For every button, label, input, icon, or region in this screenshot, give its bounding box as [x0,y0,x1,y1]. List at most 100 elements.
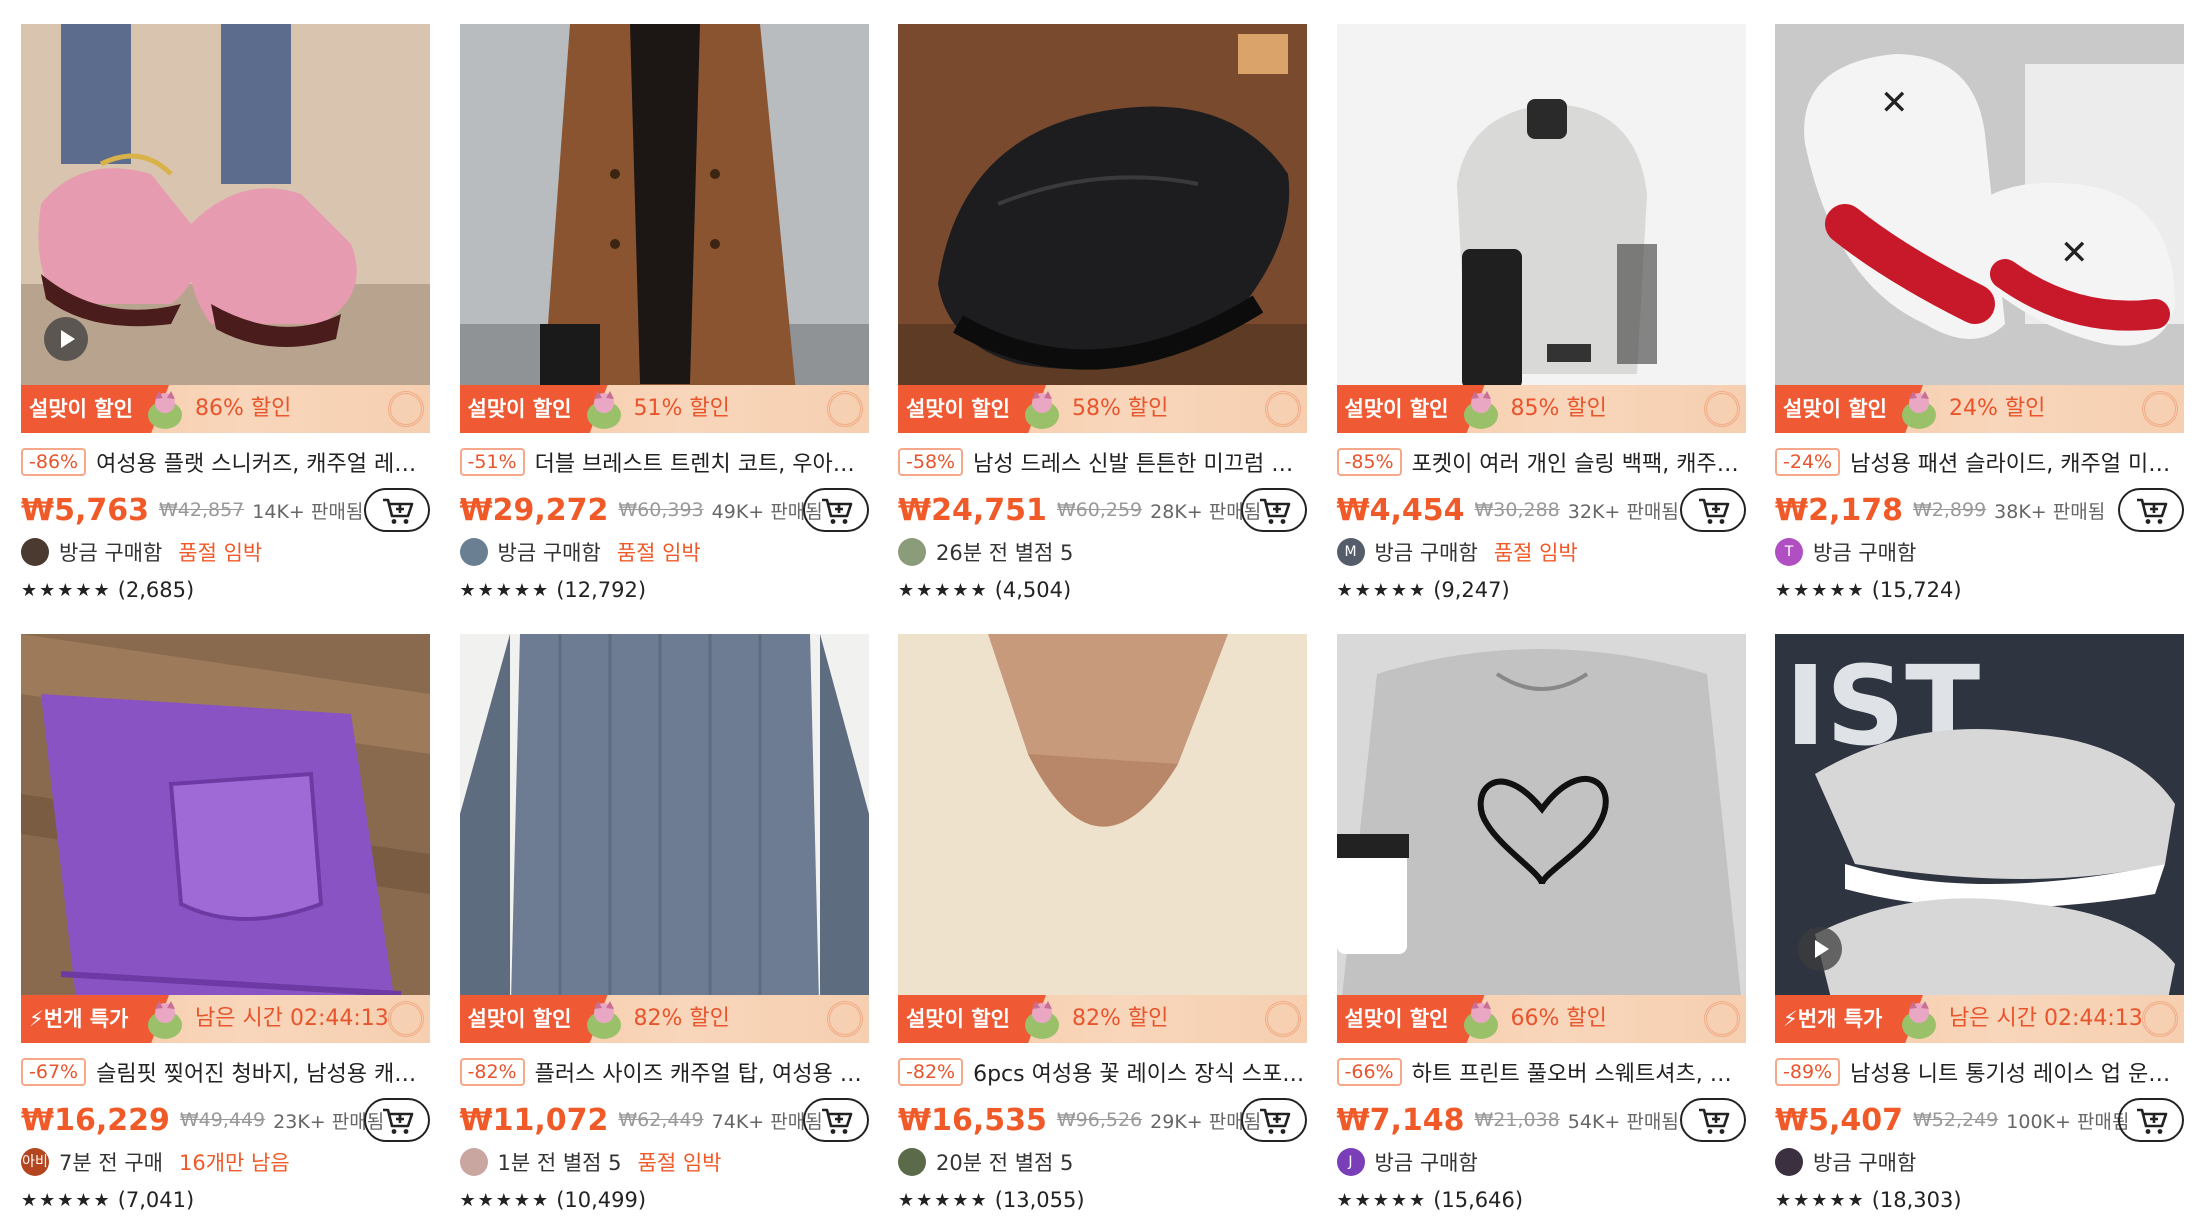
product-photo[interactable] [898,634,1307,1043]
sold-count: 54K+ 판매됨 [1567,1110,1679,1133]
discount-badge: -89% [1775,1058,1841,1086]
product-image[interactable]: 설맞이 할인 82% 할인 [459,634,869,1043]
rating-stars: ★★★★★ [1775,579,1866,601]
product-image[interactable]: 설맞이 할인 58% 할인 [898,24,1307,433]
buyer-avatar [459,1148,488,1176]
add-to-cart-button[interactable] [1679,488,1746,532]
review-count[interactable]: (18,303) [1872,1188,1962,1212]
sold-count: 38K+ 판매됨 [1994,500,2106,523]
product-photo[interactable] [1336,24,1746,433]
product-title[interactable]: 남성용 패션 슬라이드, 캐주얼 미끄럼 방지 [1850,446,2184,478]
recent-activity: 방금 구매함 [1813,541,1917,565]
promo-banner: ⚡번개 특가 남은 시간 02:44:13 [1775,995,2184,1043]
review-count[interactable]: (2,685) [118,578,195,602]
review-count[interactable]: (13,055) [995,1188,1085,1212]
product-card[interactable]: 설맞이 할인 82% 할인 -82% 플러스 사이즈 캐주얼 탑, 여성용 플러… [459,634,869,1216]
discount-badge: -85% [1336,448,1402,476]
product-title[interactable]: 포켓이 여러 개인 슬링 백팩, 캐주얼 가방 [1412,446,1746,478]
rating-stars: ★★★★★ [459,1189,551,1211]
rating-stars: ★★★★★ [898,1189,989,1211]
product-image[interactable]: ⚡번개 특가 남은 시간 02:44:13 [21,634,430,1043]
ornament-icon [2142,391,2178,427]
product-photo[interactable] [21,24,430,433]
product-title[interactable]: 남성용 니트 통기성 레이스 업 운동화 [1850,1056,2184,1088]
sold-count: 14K+ 판매됨 [252,500,364,523]
product-image[interactable]: 설맞이 할인 86% 할인 [21,24,430,433]
product-title[interactable]: 플러스 사이즈 캐주얼 탑, 여성용 플러스 티셔츠 [535,1056,869,1088]
review-count[interactable]: (7,041) [118,1188,195,1212]
add-to-cart-button[interactable] [802,1098,869,1142]
review-count[interactable]: (10,499) [556,1188,646,1212]
add-to-cart-button[interactable] [1241,1098,1307,1142]
original-price: ₩60,259 [1056,499,1143,521]
mascot-icon [1463,391,1498,429]
product-card[interactable]: 설맞이 할인 66% 할인 -66% 하트 프린트 풀오버 스웨트셔츠, 봄 가… [1336,634,1746,1216]
product-image[interactable]: 설맞이 할인 66% 할인 [1336,634,1746,1043]
add-to-cart-button[interactable] [2118,1098,2184,1142]
product-card[interactable]: ⚡번개 특가 남은 시간 02:44:13 -67% 슬림핏 찢어진 청바지, … [21,634,430,1216]
mascot-icon [148,391,182,429]
svg-text:✕: ✕ [2060,233,2089,273]
stock-alert: 품절 임박 [637,1151,722,1175]
product-title[interactable]: 슬림핏 찢어진 청바지, 남성용 캐주얼 데님 [96,1056,430,1088]
rating-stars: ★★★★★ [21,579,112,601]
add-to-cart-button[interactable] [1679,1098,1746,1142]
mascot-icon [1902,391,1936,429]
original-price: ₩21,038 [1474,1109,1560,1131]
product-image[interactable]: ✕ ✕ 설맞이 할인 24% 할인 [1775,24,2184,433]
review-count[interactable]: (4,504) [995,578,1072,602]
review-count[interactable]: (15,724) [1872,578,1962,602]
product-photo[interactable] [21,634,430,1043]
review-count[interactable]: (12,792) [556,578,646,602]
buyer-avatar: M [1336,538,1365,566]
product-image[interactable]: IST ⚡번개 특가 남은 시간 02:44:13 [1775,634,2184,1043]
product-photo[interactable] [459,634,869,1043]
ornament-icon [1703,1001,1740,1037]
product-photo[interactable]: IST [1775,634,2184,1043]
product-title[interactable]: 여성용 플랫 스니커즈, 캐주얼 레이스업 신발 [96,446,430,478]
product-title[interactable]: 더블 브레스트 트렌치 코트, 우아한 롱 코트 [535,446,869,478]
add-to-cart-button[interactable] [364,488,430,532]
review-count[interactable]: (9,247) [1433,578,1510,602]
product-photo[interactable]: ✕ ✕ [1775,24,2184,433]
discount-badge: -58% [898,448,964,476]
product-image[interactable]: 설맞이 할인 82% 할인 [898,634,1307,1043]
cart-plus-icon [1698,498,1729,524]
product-card[interactable]: IST ⚡번개 특가 남은 시간 02:44:13 -89% 남성용 니트 통기… [1775,634,2184,1216]
product-image[interactable]: 설맞이 할인 51% 할인 [459,24,869,433]
cart-plus-icon [1698,1108,1729,1134]
sale-price: ₩29,272 [459,492,609,528]
ornament-icon [388,1001,424,1037]
product-title[interactable]: 남성 드레스 신발 튼튼한 미끄럼 방지 로퍼 [973,446,1307,478]
product-photo[interactable] [459,24,869,433]
product-card[interactable]: 설맞이 할인 51% 할인 -51% 더블 브레스트 트렌치 코트, 우아한 롱… [459,24,869,606]
product-image[interactable]: 설맞이 할인 85% 할인 [1336,24,1746,433]
sale-price: ₩16,535 [898,1102,1047,1138]
product-title[interactable]: 하트 프린트 풀오버 스웨트셔츠, 봄 가을 [1412,1056,1746,1088]
mascot-icon [1902,1001,1936,1039]
product-card[interactable]: 설맞이 할인 86% 할인 -86% 여성용 플랫 스니커즈, 캐주얼 레이스업… [21,24,430,606]
add-to-cart-button[interactable] [1241,488,1307,532]
rating-stars: ★★★★★ [898,579,989,601]
video-play-icon[interactable] [1798,927,1842,971]
discount-badge: -86% [21,448,87,476]
review-count[interactable]: (15,646) [1433,1188,1523,1212]
rating-stars: ★★★★★ [1775,1189,1866,1211]
video-play-icon[interactable] [44,317,88,361]
product-card[interactable]: ✕ ✕ 설맞이 할인 24% 할인 -24% 남성용 패션 슬라이드, 캐주얼 … [1775,24,2184,606]
add-to-cart-button[interactable] [802,488,869,532]
discount-badge: -67% [21,1058,87,1086]
product-card[interactable]: 설맞이 할인 82% 할인 -82% 6pcs 여성용 꽃 레이스 장식 스포츠… [898,634,1307,1216]
product-photo[interactable] [1336,634,1746,1043]
buyer-avatar [1775,1148,1803,1176]
product-card[interactable]: 설맞이 할인 85% 할인 -85% 포켓이 여러 개인 슬링 백팩, 캐주얼 … [1336,24,1746,606]
discount-badge: -82% [898,1058,964,1086]
product-photo[interactable] [898,24,1307,433]
add-to-cart-button[interactable] [2118,488,2184,532]
buyer-avatar [898,538,926,566]
add-to-cart-button[interactable] [364,1098,430,1142]
product-card[interactable]: 설맞이 할인 58% 할인 -58% 남성 드레스 신발 튼튼한 미끄럼 방지 … [898,24,1307,606]
promo-text: 82% 할인 [1072,1006,1169,1031]
promo-text: 남은 시간 02:44:13 [1949,1006,2143,1031]
product-title[interactable]: 6pcs 여성용 꽃 레이스 장식 스포츠 브라 [973,1056,1307,1088]
